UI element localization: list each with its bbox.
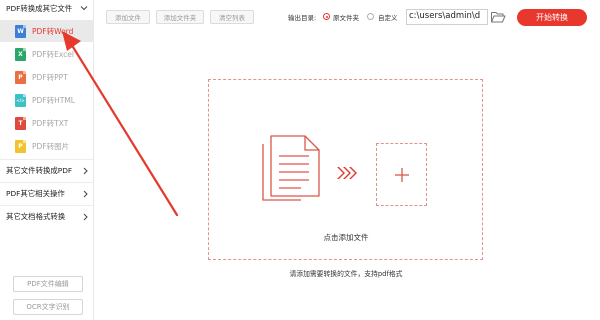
custom-folder-radio[interactable] — [367, 13, 374, 20]
sidebar-group-pdf-operations[interactable]: PDF其它相关操作 — [0, 182, 94, 204]
output-dir-label: 输出目录: — [288, 14, 317, 22]
sidebar-group-label: 其它文件转换成PDF — [6, 166, 73, 175]
sidebar-item-pdf-to-word[interactable]: W PDF转Word — [0, 20, 94, 42]
chevron-right-icon — [83, 167, 88, 175]
sidebar-item-label: PDF转Word — [32, 26, 74, 36]
output-path-input[interactable]: c:\users\admin\d — [406, 9, 488, 25]
sidebar-item-pdf-to-ppt[interactable]: P PDF转PPT — [0, 66, 94, 88]
add-file-button[interactable]: 添加文件 — [106, 10, 150, 24]
txt-file-icon: T — [15, 116, 26, 130]
sidebar-item-pdf-to-image[interactable]: P PDF转图片 — [0, 135, 94, 157]
sidebar-item-label: PDF转HTML — [32, 95, 75, 105]
chevron-right-icon — [83, 190, 88, 198]
source-folder-label: 原文件夹 — [333, 14, 359, 22]
sidebar-group-label: 其它文档格式转换 — [6, 212, 66, 221]
html-file-icon: </> — [15, 93, 26, 107]
custom-folder-label: 自定义 — [378, 14, 398, 22]
sidebar-group-other-formats[interactable]: 其它文档格式转换 — [0, 205, 94, 227]
sidebar-item-pdf-to-txt[interactable]: T PDF转TXT — [0, 112, 94, 134]
drop-zone-label: 点击添加文件 — [323, 233, 369, 242]
folder-open-icon[interactable] — [490, 10, 506, 24]
sidebar-group-label: PDF其它相关操作 — [6, 189, 65, 198]
sidebar-header-label: PDF转换成其它文件 — [6, 3, 73, 13]
sidebar-item-label: PDF转图片 — [32, 141, 70, 151]
ocr-button[interactable]: OCR文字识别 — [13, 299, 83, 315]
triple-arrow-right-icon — [337, 167, 357, 179]
clear-list-button[interactable]: 清空列表 — [210, 10, 254, 24]
add-folder-button[interactable]: 添加文件夹 — [156, 10, 204, 24]
pdf-edit-button[interactable]: PDF文件编辑 — [13, 276, 83, 292]
sidebar-item-label: PDF转TXT — [32, 118, 69, 128]
sidebar-item-label: PDF转PPT — [32, 72, 68, 82]
sidebar: PDF转换成其它文件 W PDF转Word X PDF转Excel P PDF转… — [0, 0, 94, 320]
ppt-file-icon: P — [15, 70, 26, 84]
sidebar-item-pdf-to-html[interactable]: </> PDF转HTML — [0, 89, 94, 111]
sidebar-group-to-pdf[interactable]: 其它文件转换成PDF — [0, 159, 94, 181]
plus-icon[interactable] — [394, 167, 410, 183]
supported-format-hint: 请添加需要转换的文件，支持pdf格式 — [289, 270, 403, 278]
document-stack-icon — [262, 135, 320, 201]
source-folder-radio[interactable] — [323, 13, 330, 20]
sidebar-item-pdf-to-excel[interactable]: X PDF转Excel — [0, 43, 94, 65]
sidebar-header[interactable]: PDF转换成其它文件 — [0, 0, 94, 16]
chevron-right-icon — [83, 213, 88, 221]
start-convert-button[interactable]: 开始转换 — [517, 9, 587, 26]
image-file-icon: P — [15, 139, 26, 153]
sidebar-item-label: PDF转Excel — [32, 49, 74, 59]
chevron-down-icon — [80, 6, 88, 11]
word-file-icon: W — [15, 24, 26, 38]
excel-file-icon: X — [15, 47, 26, 61]
